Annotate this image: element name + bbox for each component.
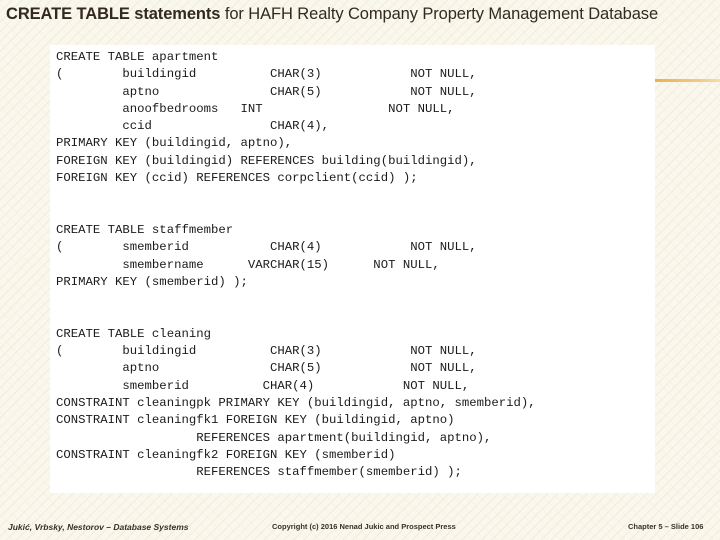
footer-copyright: Copyright (c) 2016 Nenad Jukic and Prosp… [272, 522, 456, 531]
accent-rule [655, 79, 720, 82]
page-title-emphasis: CREATE TABLE statements [6, 5, 221, 23]
code-panel: CREATE TABLE apartment ( buildingid CHAR… [50, 45, 655, 493]
footer-authors: Jukić, Vrbsky, Nestorov – Database Syste… [8, 522, 189, 532]
slide: CREATE TABLE statements for HAFH Realty … [0, 0, 720, 540]
sql-code-block: CREATE TABLE apartment ( buildingid CHAR… [56, 50, 536, 480]
slide-footer: Jukić, Vrbsky, Nestorov – Database Syste… [0, 522, 720, 538]
page-title-rest: for HAFH Realty Company Property Managem… [220, 5, 659, 23]
slide-title: CREATE TABLE statements for HAFH Realty … [6, 4, 706, 24]
footer-slide-number: Chapter 5 – Slide 106 [628, 522, 704, 531]
